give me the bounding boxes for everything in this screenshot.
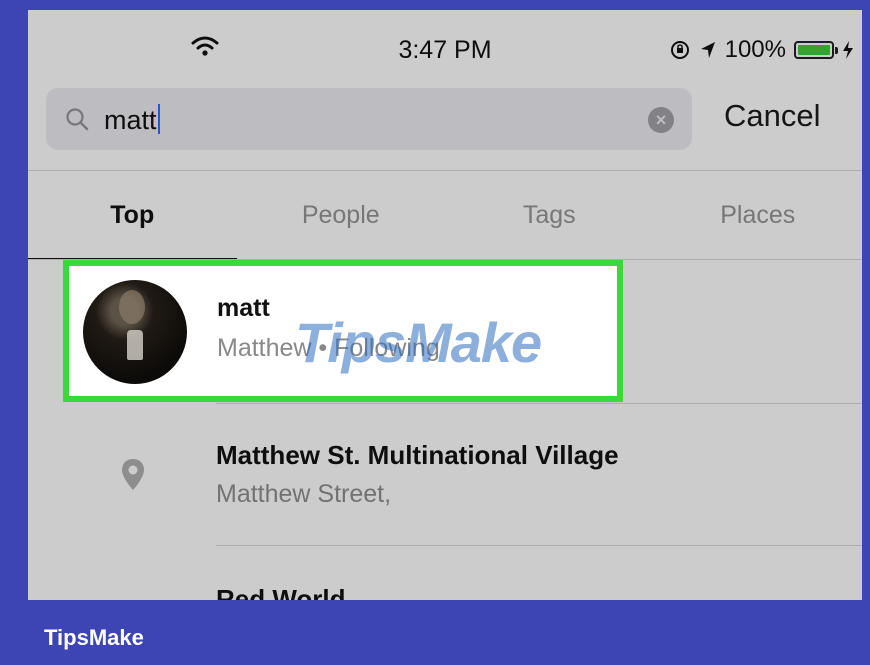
divider (216, 545, 862, 546)
status-right: 100% (669, 36, 854, 64)
cancel-button[interactable]: Cancel (724, 98, 821, 134)
tab-tags[interactable]: Tags (445, 172, 654, 258)
result-user-row[interactable]: matt Matthew • Following TipsMake (63, 260, 623, 402)
location-pin-icon (122, 459, 144, 490)
clear-search-icon[interactable]: × (648, 107, 674, 133)
search-tabs: Top People Tags Places (28, 172, 863, 260)
watermark: TipsMake (295, 311, 542, 374)
rotation-lock-icon (670, 41, 689, 59)
tab-people[interactable]: People (237, 172, 446, 258)
search-icon (66, 108, 89, 131)
location-arrow-icon (700, 42, 715, 58)
avatar (83, 280, 187, 384)
battery-icon (794, 41, 838, 59)
footer-brand: TipsMake (44, 625, 144, 650)
result-place-name-partial[interactable]: Red World (216, 584, 346, 600)
tab-top[interactable]: Top (28, 172, 237, 260)
divider (216, 403, 862, 404)
tab-places[interactable]: Places (654, 172, 863, 258)
result-user-name: matt (217, 294, 270, 322)
result-place-name[interactable]: Matthew St. Multinational Village (216, 440, 619, 471)
charging-bolt-icon (843, 41, 853, 59)
result-place-subtitle: Matthew Street, (216, 480, 392, 508)
divider (28, 170, 862, 171)
search-input[interactable]: matt × (46, 88, 692, 150)
search-query: matt (104, 104, 160, 136)
status-bar: 3:47 PM 100% (28, 10, 862, 80)
battery-percent: 100% (724, 36, 786, 63)
phone-screen: 3:47 PM 100% matt × Cancel Top People Ta… (28, 10, 862, 600)
